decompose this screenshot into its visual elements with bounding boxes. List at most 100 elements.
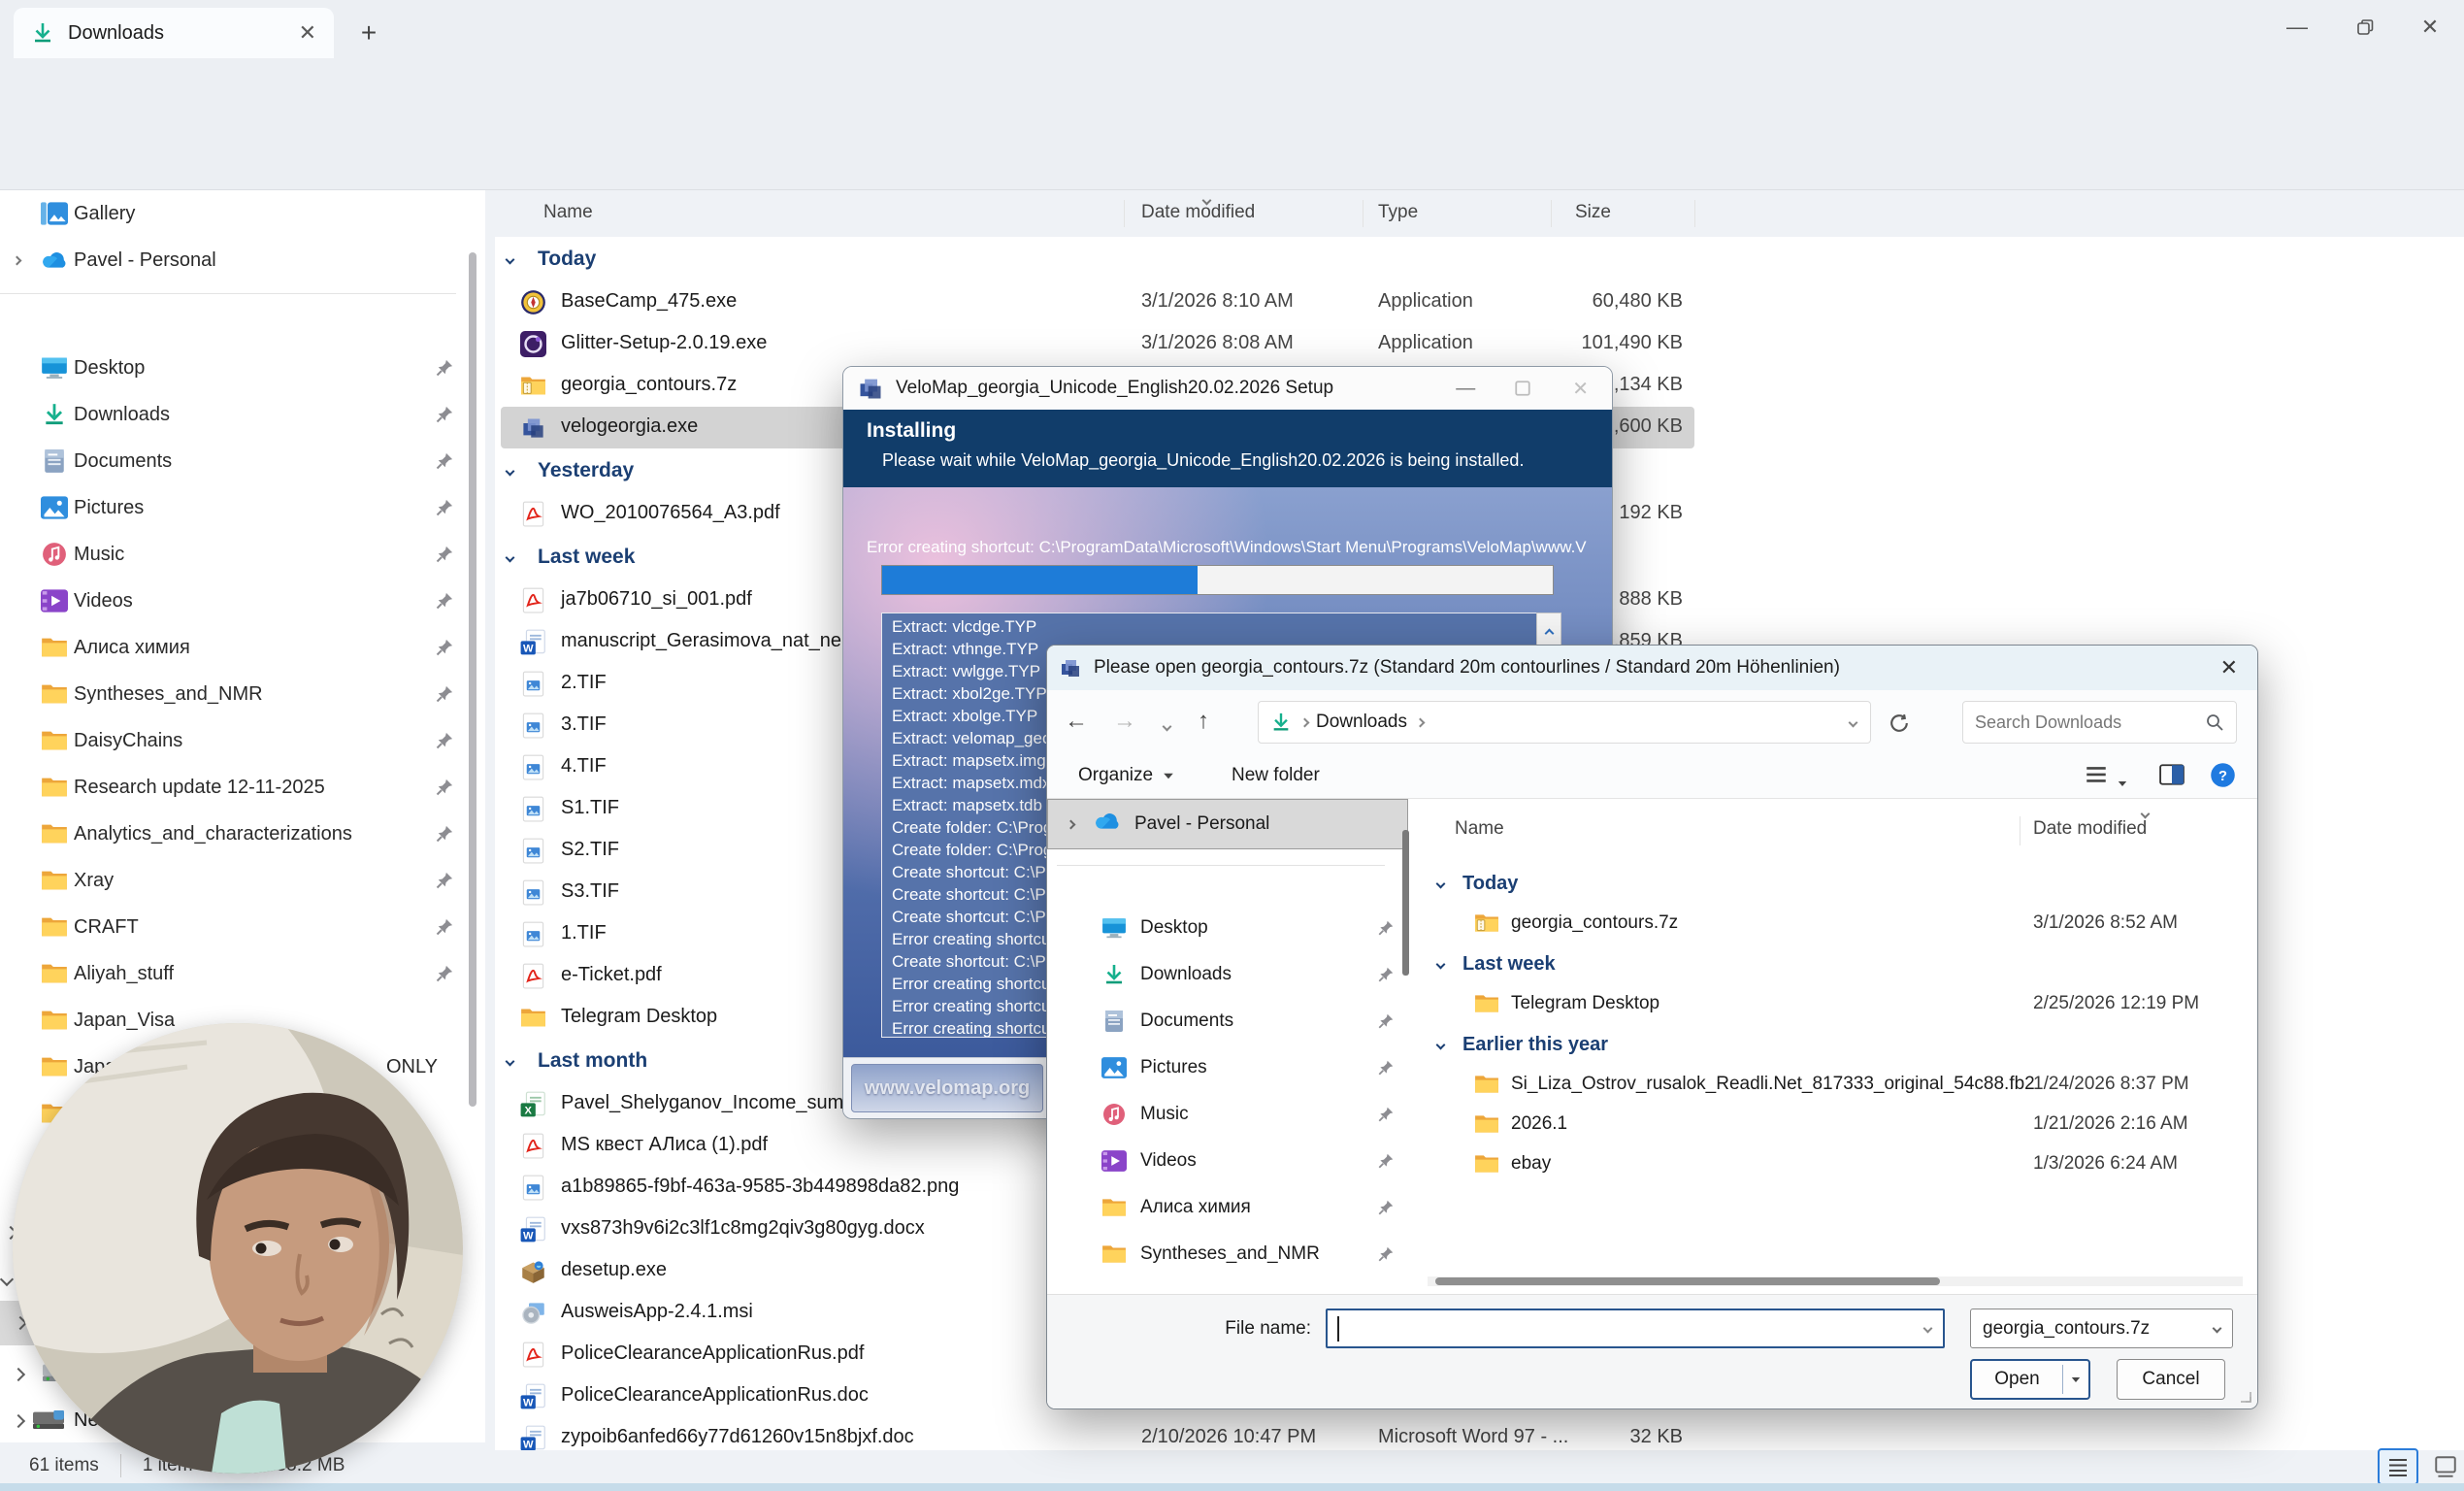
pin-icon[interactable]: [435, 871, 454, 890]
sidebar-scrollbar[interactable]: [469, 252, 476, 1107]
pin-icon[interactable]: [435, 591, 454, 611]
organize-button[interactable]: Organize: [1078, 765, 1174, 786]
column-name[interactable]: Name: [543, 202, 593, 223]
dialog-group-header[interactable]: Earlier this year: [1428, 1024, 2243, 1065]
dialog-sidebar-scrollbar[interactable]: [1402, 830, 1409, 976]
new-tab-button[interactable]: +: [351, 16, 386, 50]
cancel-button[interactable]: Cancel: [2117, 1359, 2225, 1400]
details-view-toggle[interactable]: [2378, 1448, 2418, 1485]
dialog-close-button[interactable]: ✕: [2220, 655, 2238, 680]
dialog-scroll-thumb[interactable]: [1435, 1277, 1940, 1285]
tree-collapse-chevron[interactable]: [2, 1272, 12, 1289]
open-button[interactable]: Open: [1970, 1359, 2090, 1400]
open-split-triangle-icon[interactable]: [2063, 1376, 2088, 1383]
pin-icon[interactable]: [435, 451, 454, 471]
new-folder-button[interactable]: New folder: [1232, 765, 1320, 786]
dialog-sidebar-item[interactable]: Documents: [1047, 998, 1408, 1044]
sidebar-item[interactable]: Pavel - Personal: [0, 237, 485, 283]
dialog-address-crumb[interactable]: Downloads: [1316, 712, 1407, 733]
chevron-down-icon[interactable]: [1923, 1324, 1933, 1334]
pin-icon[interactable]: [1377, 1106, 1395, 1123]
dialog-column-date[interactable]: Date modified: [2033, 818, 2147, 840]
pin-icon[interactable]: [1377, 1059, 1395, 1077]
sidebar-item[interactable]: DaisyChains: [0, 717, 485, 764]
installer-minimize-button[interactable]: —: [1456, 378, 1475, 400]
pin-icon[interactable]: [435, 824, 454, 844]
pin-icon[interactable]: [1377, 1199, 1395, 1216]
dialog-search-input[interactable]: Search Downloads: [1962, 701, 2237, 744]
column-date-modified[interactable]: Date modified: [1141, 202, 1255, 223]
dialog-forward-button[interactable]: →: [1113, 708, 1136, 735]
chevron-right-icon[interactable]: [13, 255, 22, 265]
dialog-up-button[interactable]: ↑: [1198, 708, 1209, 735]
dialog-sidebar-item[interactable]: Алиса химия: [1047, 1184, 1408, 1231]
dialog-file-row[interactable]: ebay1/3/2026 6:24 AM: [1428, 1144, 2243, 1184]
dialog-sidebar-item[interactable]: Videos: [1047, 1138, 1408, 1184]
sidebar-item[interactable]: Downloads: [0, 391, 485, 438]
dialog-sidebar-item[interactable]: Syntheses_and_NMR: [1047, 1231, 1408, 1275]
file-type-select[interactable]: georgia_contours.7z: [1970, 1309, 2233, 1348]
pin-icon[interactable]: [435, 638, 454, 657]
chevron-right-icon[interactable]: [1067, 819, 1076, 829]
dialog-sidebar-item[interactable]: Music: [1047, 1091, 1408, 1138]
dialog-horizontal-scrollbar[interactable]: [1428, 1276, 2243, 1286]
pin-icon[interactable]: [435, 778, 454, 797]
tab-close-icon[interactable]: ✕: [299, 20, 316, 46]
group-header[interactable]: Today: [495, 237, 2464, 282]
table-row[interactable]: Glitter-Setup-2.0.19.exe3/1/2026 8:08 AM…: [495, 323, 2464, 365]
sidebar-item[interactable]: Aliyah_stuff: [0, 950, 485, 997]
minimize-button[interactable]: —: [2263, 0, 2331, 54]
dialog-column-name[interactable]: Name: [1455, 818, 1504, 840]
pin-icon[interactable]: [435, 964, 454, 983]
pin-icon[interactable]: [1377, 1245, 1395, 1263]
sidebar-item[interactable]: Research update 12-11-2025: [0, 764, 485, 811]
dialog-address-bar[interactable]: Downloads: [1258, 701, 1871, 744]
tab-downloads[interactable]: Downloads ✕: [14, 8, 334, 58]
sidebar-item[interactable]: CRAFT: [0, 904, 485, 950]
help-button[interactable]: ?: [2210, 762, 2236, 788]
pin-icon[interactable]: [435, 498, 454, 517]
installer-close-button[interactable]: ✕: [1572, 377, 1589, 401]
dialog-file-row[interactable]: Telegram Desktop2/25/2026 12:19 PM: [1428, 984, 2243, 1024]
resize-grip[interactable]: [2239, 1390, 2252, 1404]
dialog-group-header[interactable]: Last week: [1428, 944, 2243, 984]
column-size[interactable]: Size: [1575, 202, 1611, 223]
icons-view-toggle[interactable]: [2426, 1448, 2464, 1485]
column-type[interactable]: Type: [1378, 202, 1418, 223]
velomap-link[interactable]: www.velomap.org: [851, 1064, 1043, 1112]
sidebar-item[interactable]: Analytics_and_characterizations: [0, 811, 485, 857]
pin-icon[interactable]: [435, 684, 454, 704]
dialog-file-row[interactable]: georgia_contours.7z3/1/2026 8:52 AM: [1428, 904, 2243, 944]
pin-icon[interactable]: [1377, 1012, 1395, 1030]
installer-title-bar[interactable]: VeloMap_georgia_Unicode_English20.02.202…: [843, 367, 1612, 410]
pin-icon[interactable]: [435, 358, 454, 378]
pin-icon[interactable]: [435, 405, 454, 424]
sidebar-item[interactable]: Алиса химия: [0, 624, 485, 671]
dialog-sidebar-item[interactable]: Pictures: [1047, 1044, 1408, 1091]
installer-maximize-button[interactable]: [1514, 380, 1531, 397]
sidebar-item[interactable]: Gallery: [0, 190, 485, 237]
dialog-sidebar-item-selected[interactable]: Pavel - Personal: [1047, 799, 1408, 849]
pin-icon[interactable]: [1377, 1152, 1395, 1170]
file-name-input[interactable]: [1326, 1309, 1945, 1348]
sidebar-item[interactable]: Syntheses_and_NMR: [0, 671, 485, 717]
view-dropdown-triangle-icon[interactable]: [2117, 772, 2128, 793]
dialog-sidebar-item[interactable]: Desktop: [1047, 905, 1408, 951]
dialog-recent-chevron[interactable]: [1164, 717, 1170, 735]
pin-icon[interactable]: [435, 545, 454, 564]
pin-icon[interactable]: [1377, 919, 1395, 937]
chevron-down-icon[interactable]: [1849, 717, 1858, 727]
pin-icon[interactable]: [435, 917, 454, 937]
sidebar-item[interactable]: Music: [0, 531, 485, 578]
sidebar-item[interactable]: Documents: [0, 438, 485, 484]
sidebar-item[interactable]: Videos: [0, 578, 485, 624]
dialog-group-header[interactable]: Today: [1428, 863, 2243, 904]
sidebar-item[interactable]: Xray: [0, 857, 485, 904]
preview-pane-button[interactable]: [2159, 763, 2185, 786]
dialog-file-row[interactable]: Si_Liza_Ostrov_rusalok_Readli.Net_817333…: [1428, 1065, 2243, 1105]
dialog-refresh-button[interactable]: [1888, 712, 1911, 735]
pin-icon[interactable]: [1377, 966, 1395, 983]
restore-button[interactable]: [2331, 0, 2399, 54]
sidebar-item[interactable]: Pictures: [0, 484, 485, 531]
table-row[interactable]: Wzypoib6anfed66y77d61260v15n8bjxf.doc2/1…: [495, 1417, 2464, 1450]
